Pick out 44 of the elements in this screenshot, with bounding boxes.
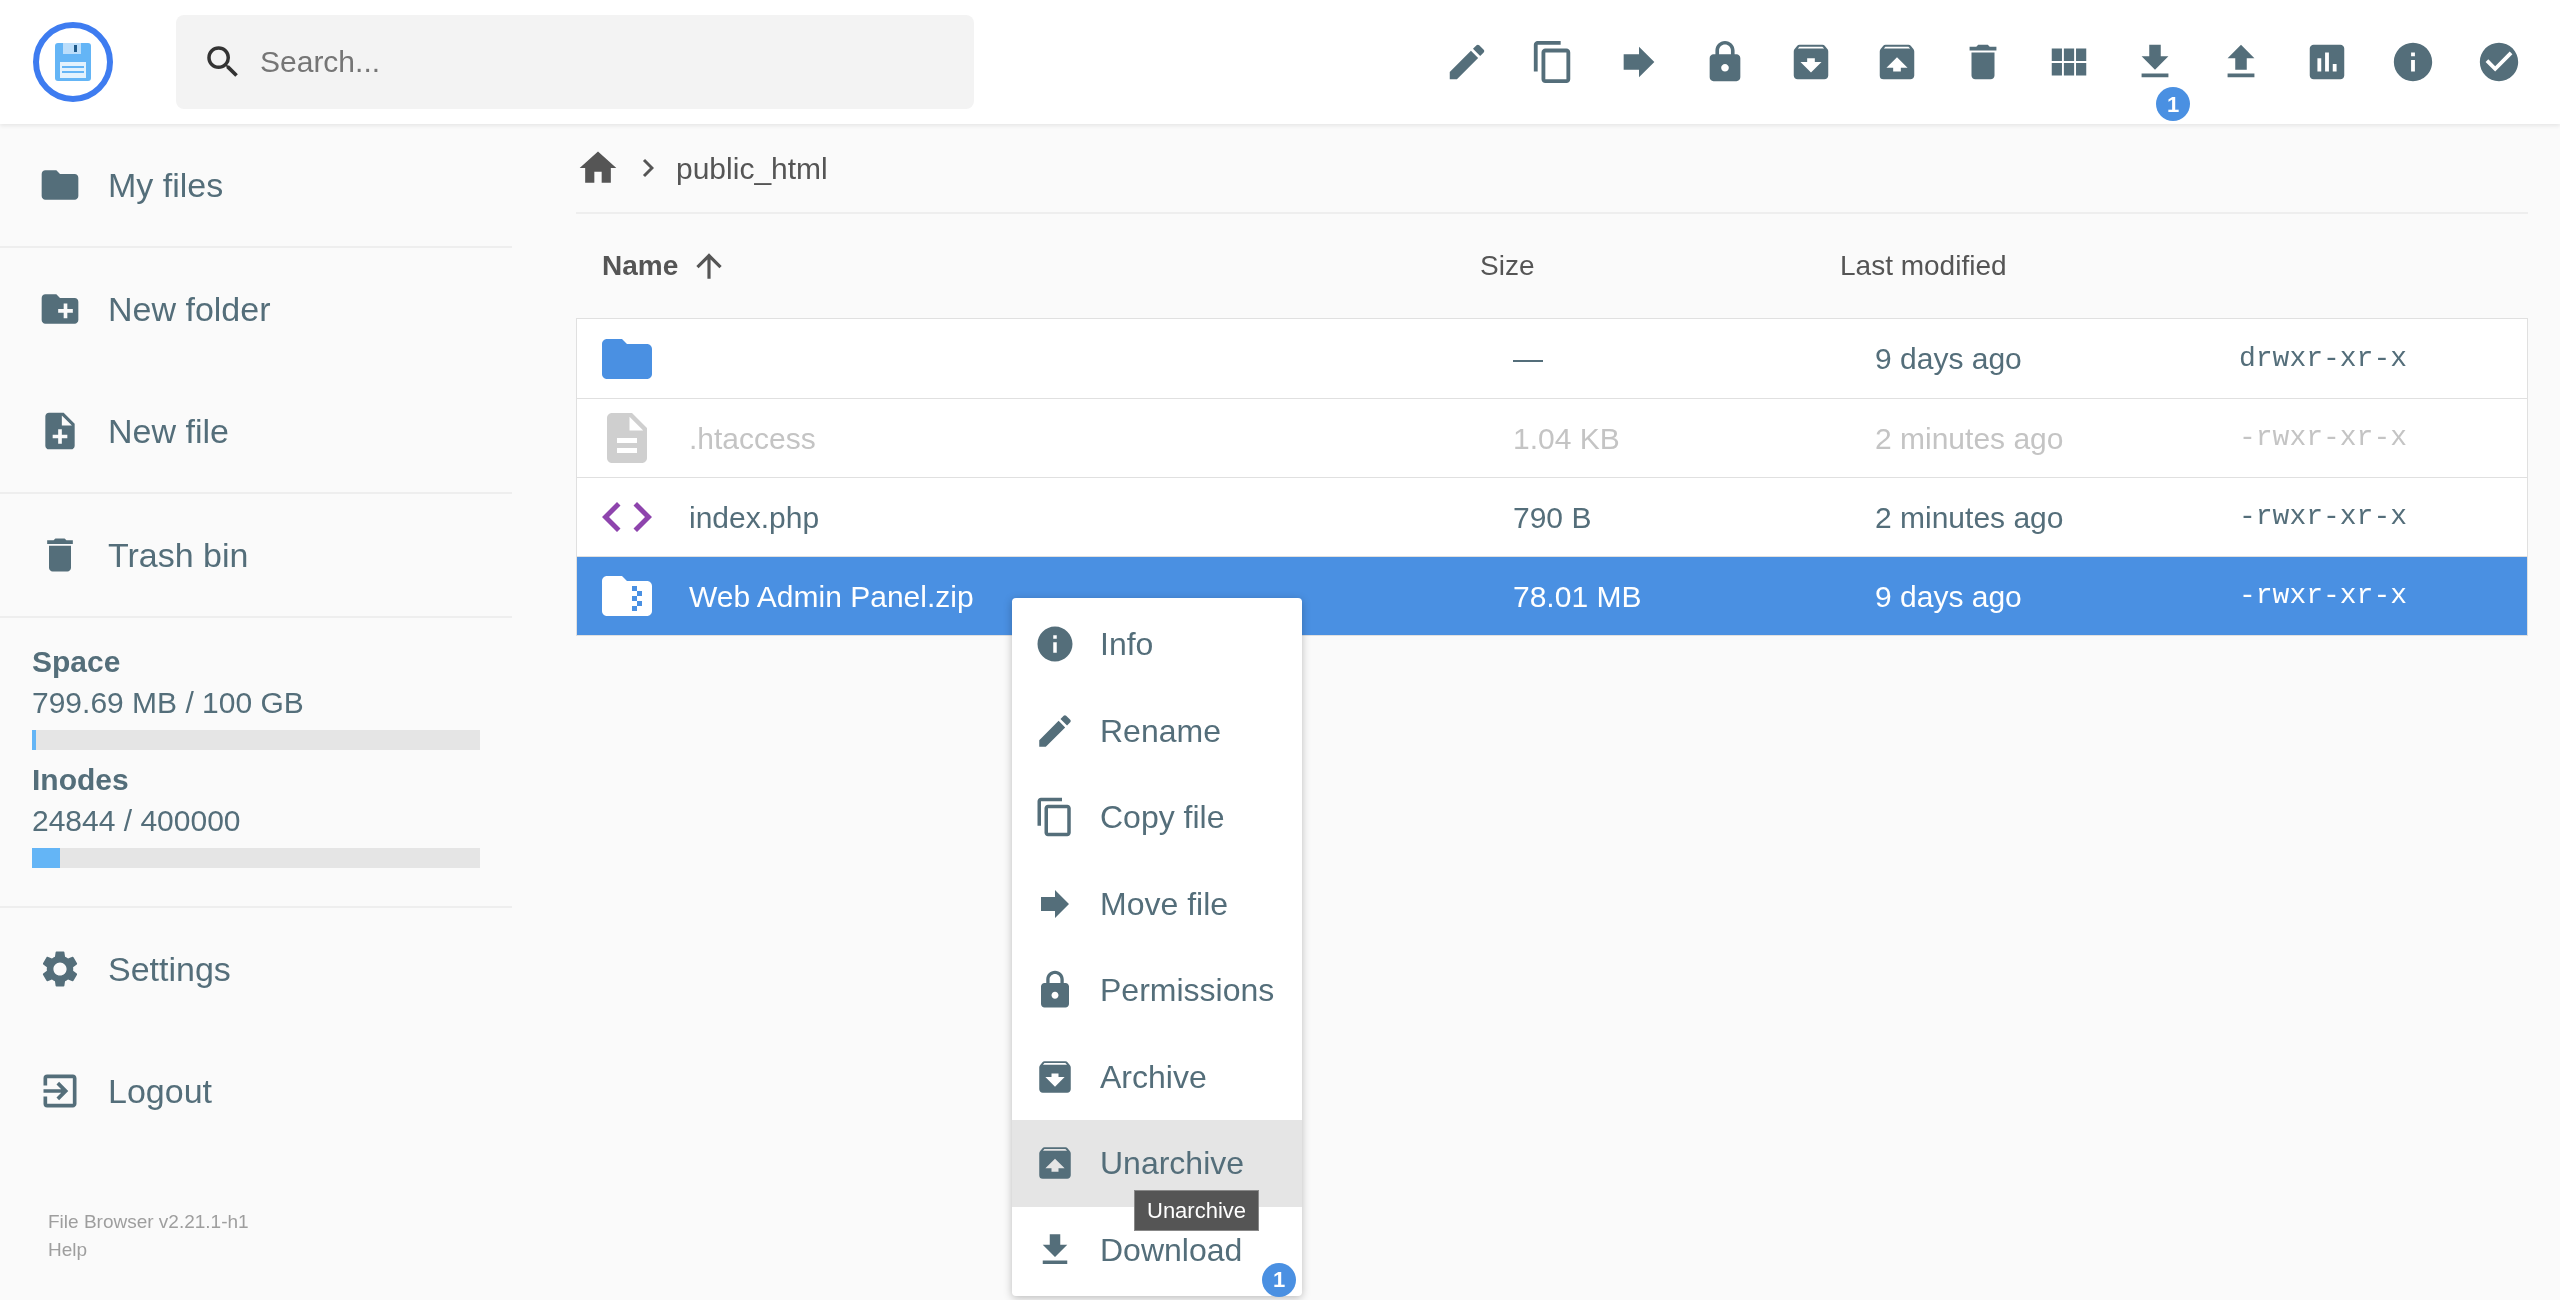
usage-reading: 799.69 MB / 100 GB (32, 685, 305, 721)
file-size: — (1513, 342, 1543, 375)
menu-item[interactable]: Move file (1012, 860, 1302, 947)
menu-item[interactable]: Copy file (1012, 774, 1302, 861)
file-permissions: -rwxr-xr-x (2239, 500, 2408, 534)
file-modified: 9 days ago (1875, 579, 2022, 613)
sidebar-item[interactable]: Logout (0, 1030, 512, 1152)
file-size: 1.04 KB (1513, 421, 1620, 455)
file-row[interactable]: index.php 790 B 2 minutes ago -rwxr-xr-x (577, 477, 2527, 556)
file-name: .htaccess (689, 421, 816, 455)
menu-item[interactable]: Rename (1012, 687, 1302, 774)
menu-item[interactable]: Info (1012, 601, 1302, 688)
usage-title: Inodes (32, 762, 130, 798)
file-size: 790 B (1513, 500, 1592, 534)
tooltip: Unarchive (1134, 1190, 1260, 1231)
menu-item[interactable]: Permissions (1012, 947, 1302, 1034)
file-modified: 2 minutes ago (1875, 500, 2064, 534)
file-name: index.php (689, 500, 820, 534)
file-size: 78.01 MB (1513, 579, 1642, 613)
floppy-disk-logo[interactable] (32, 21, 114, 103)
usage-reading: 24844 / 400000 (32, 803, 242, 839)
file-row[interactable]: — 9 days ago drwxr-xr-x (577, 319, 2527, 398)
sidebar-item[interactable]: Settings (0, 908, 512, 1030)
version-text: File Browser v2.21.1-h1 (48, 1210, 249, 1234)
file-modified: 2 minutes ago (1875, 421, 2064, 455)
file-name: Web Admin Panel.zip (689, 579, 974, 613)
sidebar-item[interactable]: New folder (0, 248, 512, 370)
file-permissions: -rwxr-xr-x (2239, 421, 2408, 455)
count-badge: 1 (2156, 87, 2190, 121)
file-permissions: drwxr-xr-x (2239, 341, 2408, 376)
file-modified: 9 days ago (1875, 342, 2022, 375)
column-header[interactable]: Size (1480, 245, 1840, 287)
file-permissions: -rwxr-xr-x (2239, 579, 2408, 613)
column-header[interactable]: Last modified (1840, 245, 2007, 287)
sidebar-item[interactable]: New file (0, 370, 512, 492)
chevron-right-icon (642, 158, 654, 178)
sidebar-item[interactable]: My files (0, 124, 512, 246)
count-badge: 1 (1262, 1262, 1296, 1297)
column-header[interactable]: Name (576, 245, 1480, 287)
usage-title: Space (32, 644, 122, 680)
sidebar-item[interactable]: Trash bin (0, 494, 512, 616)
search-field[interactable]: Search... (176, 15, 974, 109)
menu-item[interactable]: Archive (1012, 1033, 1302, 1120)
breadcrumb-link[interactable]: public_html (676, 145, 828, 191)
